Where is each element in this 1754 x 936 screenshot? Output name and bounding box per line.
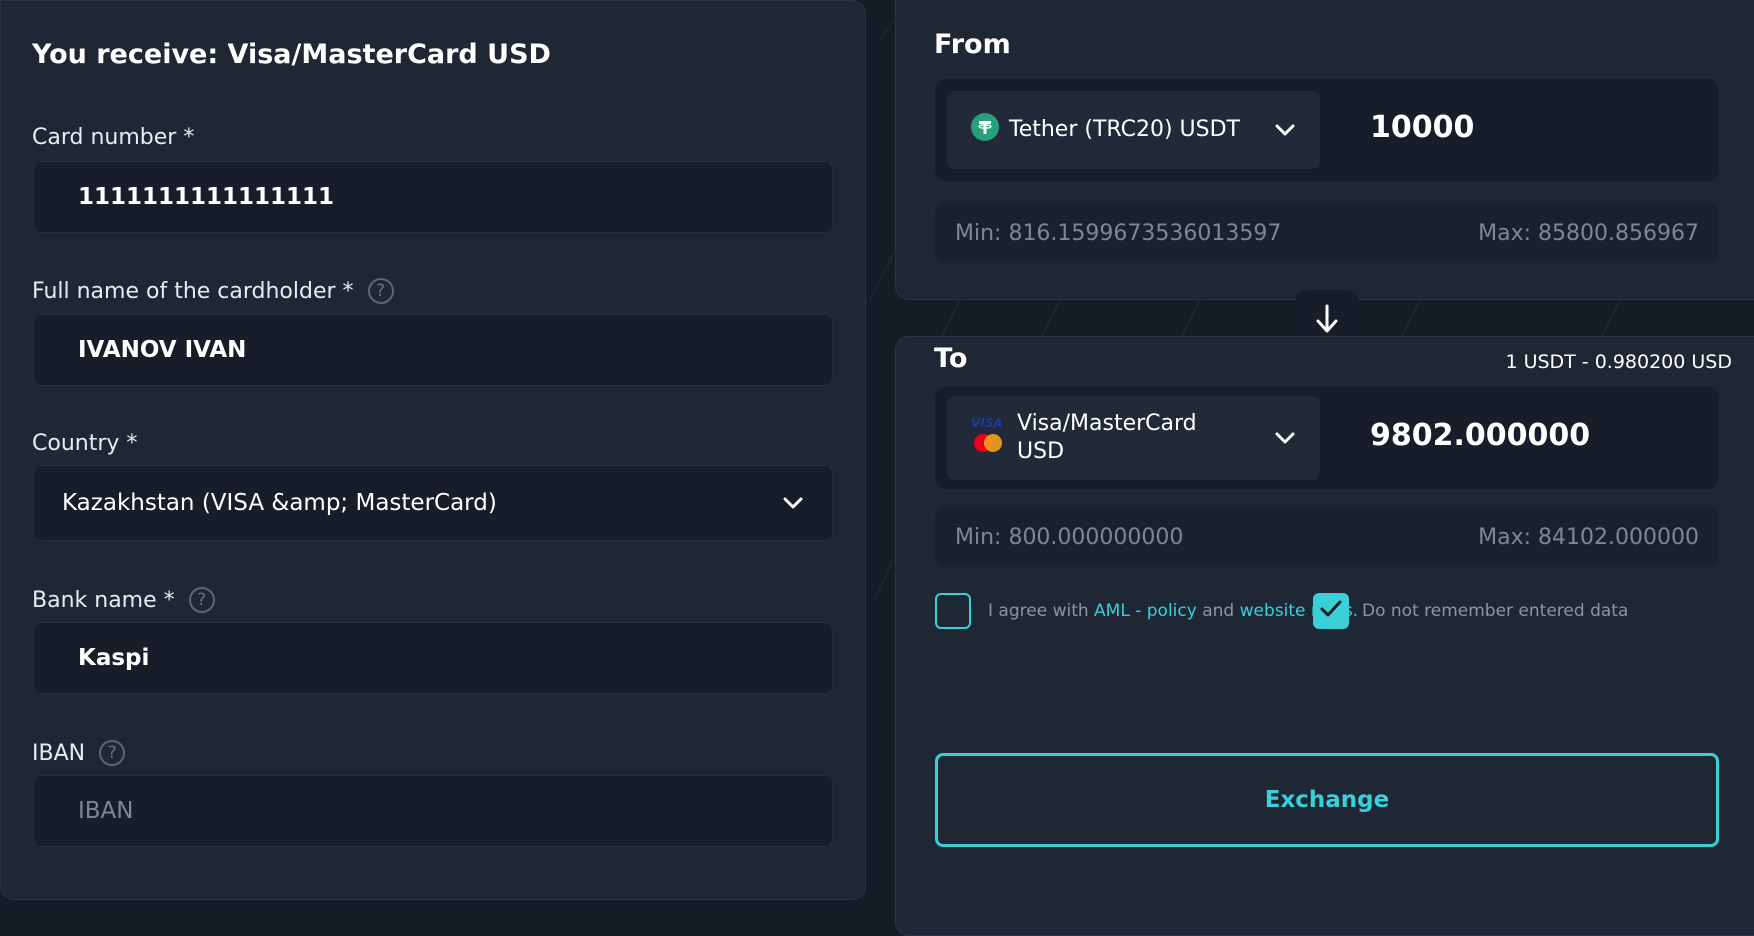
panel-title: You receive: Visa/MasterCard USD	[32, 39, 551, 70]
do-not-remember-checkbox[interactable]	[1313, 593, 1349, 629]
to-amount-output[interactable]: 9802.000000	[1370, 418, 1590, 453]
help-icon[interactable]: ?	[188, 587, 215, 613]
svg-text:VISA: VISA	[971, 416, 1003, 430]
from-limits: Min: 816.1599673536013597 Max: 85800.856…	[935, 203, 1719, 263]
cardholder-name-input[interactable]: IVANOV IVAN	[33, 314, 833, 386]
chevron-down-icon	[1274, 119, 1296, 141]
chevron-down-icon	[782, 492, 804, 514]
from-panel: From Tether (TRC20) USDT 10000 Min: 816.…	[895, 0, 1754, 300]
from-currency-select[interactable]: Tether (TRC20) USDT	[947, 91, 1320, 169]
tether-icon	[971, 113, 999, 147]
exchange-rate: 1 USDT - 0.980200 USD	[1505, 351, 1732, 373]
to-currency-code: USD	[1017, 439, 1065, 464]
iban-input[interactable]: IBAN	[33, 775, 833, 847]
check-icon	[1319, 599, 1343, 623]
to-min: Min: 800.000000000	[955, 524, 1184, 550]
from-min: Min: 816.1599673536013597	[955, 220, 1282, 246]
agree-checkbox[interactable]	[935, 593, 971, 629]
help-icon[interactable]: ?	[367, 278, 394, 304]
to-currency-select[interactable]: VISA Visa/MasterCard USD	[947, 396, 1320, 480]
iban-label: IBAN ?	[32, 740, 126, 766]
country-select[interactable]: Kazakhstan (VISA &amp; MasterCard)	[33, 465, 833, 541]
bank-name-label: Bank name * ?	[32, 587, 215, 613]
aml-policy-link[interactable]: AML - policy	[1094, 601, 1197, 621]
exchange-button[interactable]: Exchange	[935, 753, 1719, 847]
do-not-remember-label: Do not remember entered data	[1362, 601, 1629, 621]
to-limits: Min: 800.000000000 Max: 84102.000000	[935, 507, 1719, 567]
cardholder-label: Full name of the cardholder * ?	[32, 278, 394, 304]
card-number-input[interactable]: 1111111111111111	[33, 161, 833, 233]
help-icon[interactable]: ?	[99, 740, 126, 766]
to-currency-name: Visa/MasterCard	[1017, 411, 1197, 436]
country-label: Country *	[32, 431, 138, 456]
from-amount-input[interactable]: 10000	[1370, 110, 1474, 145]
receive-details-panel: You receive: Visa/MasterCard USD Card nu…	[0, 0, 866, 900]
from-max: Max: 85800.856967	[1478, 220, 1699, 246]
card-number-label: Card number *	[32, 125, 195, 150]
visa-mastercard-icon: VISA	[971, 415, 1007, 461]
to-title: To	[934, 343, 968, 374]
from-title: From	[934, 29, 1011, 60]
from-currency-name: Tether (TRC20) USDT	[1009, 117, 1240, 142]
chevron-down-icon	[1274, 427, 1296, 449]
arrow-down-icon	[1314, 304, 1340, 338]
agreement-text: I agree with AML - policy and website ru…	[988, 601, 1359, 621]
from-amount-box: Tether (TRC20) USDT 10000	[935, 79, 1719, 181]
bank-name-input[interactable]: Kaspi	[33, 622, 833, 694]
to-amount-box: VISA Visa/MasterCard USD 9802.000000	[935, 387, 1719, 489]
to-max: Max: 84102.000000	[1478, 524, 1699, 550]
to-panel: To 1 USDT - 0.980200 USD VISA Visa/Maste…	[895, 336, 1754, 936]
